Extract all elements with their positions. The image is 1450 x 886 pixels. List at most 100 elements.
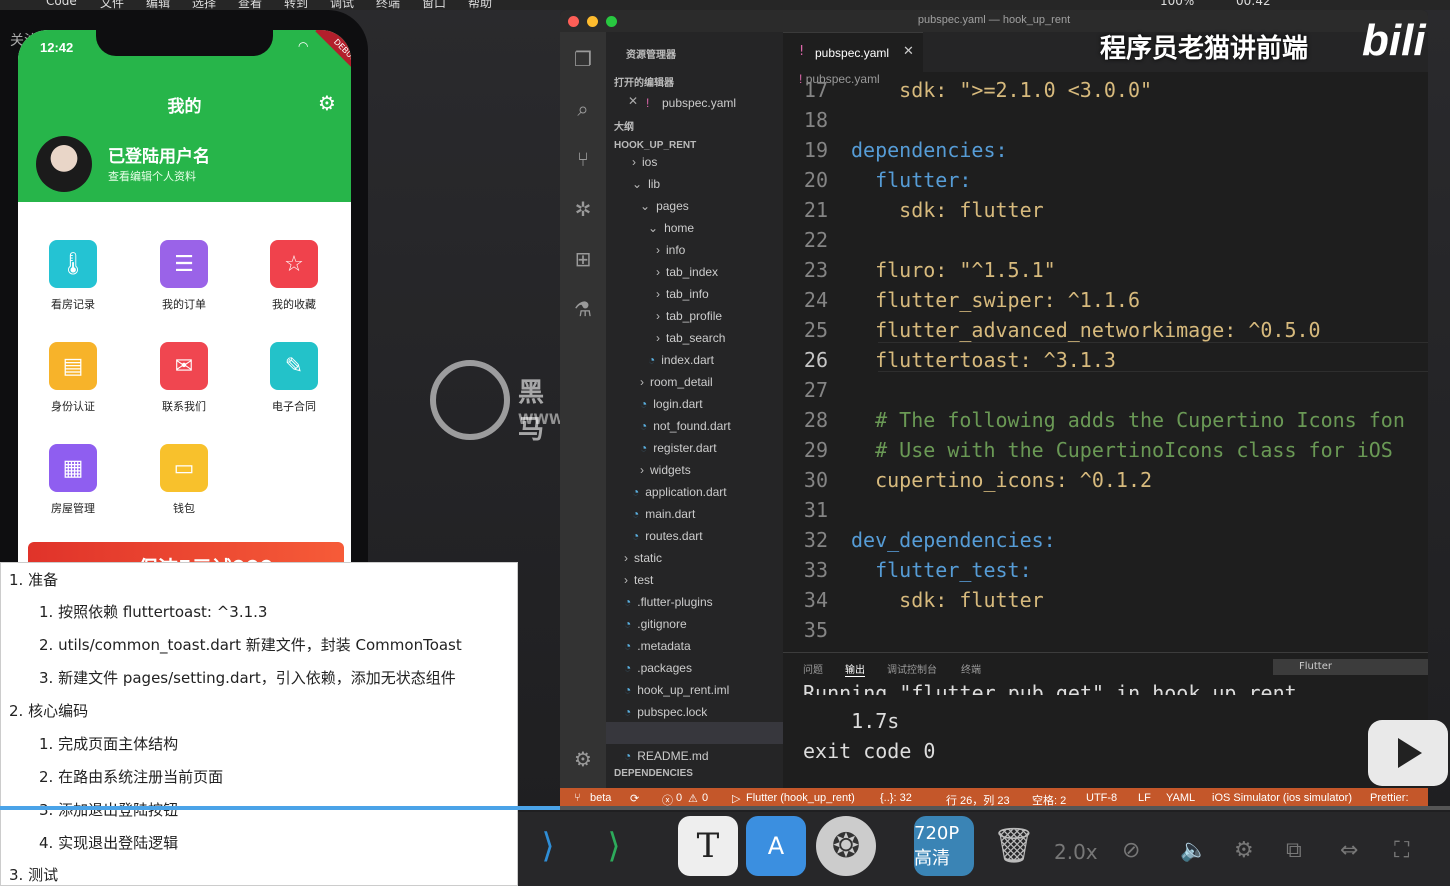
file-item[interactable]: ◔ main.dart <box>632 507 695 521</box>
open-editor-file[interactable]: pubspec.yaml <box>662 96 736 110</box>
grid-item-my-orders[interactable]: ☰ 我的订单 <box>144 240 224 312</box>
error-count[interactable]: 0 <box>676 792 682 804</box>
grid-item-identity[interactable]: ▤ 身份认证 <box>33 342 113 414</box>
folder-item[interactable]: › test <box>624 573 653 587</box>
settings-gear-icon[interactable]: ⚙ <box>318 91 336 115</box>
project-section[interactable]: HOOK_UP_RENT <box>614 140 696 151</box>
vscode-insiders-dock-icon[interactable]: ⟩ <box>584 816 644 876</box>
folder-item[interactable]: › room_detail <box>640 375 713 389</box>
eol[interactable]: LF <box>1138 792 1151 804</box>
tab-debug-console[interactable]: 调试控制台 <box>887 661 937 676</box>
folder-item[interactable]: › widgets <box>640 463 691 477</box>
settings-icon[interactable]: ⚙ <box>1234 838 1254 863</box>
code-line: sdk: flutter <box>851 588 1044 612</box>
file-item[interactable]: ◔ .packages <box>624 661 692 675</box>
file-item[interactable]: ◔ .flutter-plugins <box>624 595 713 609</box>
menubar-item[interactable]: 选择 <box>192 0 216 10</box>
folder-item[interactable]: ⌄ pages <box>640 199 689 213</box>
code-editor[interactable]: ! pubspec.yaml ✕ ! pubspec.yaml 17 sdk: … <box>783 32 1428 652</box>
edit-profile-link[interactable]: 查看编辑个人资料 <box>108 168 196 184</box>
file-item[interactable]: ◔ application.dart <box>632 485 727 499</box>
fullscreen-icon[interactable]: ⛶ <box>1394 838 1409 863</box>
folder-item[interactable]: › tab_info <box>656 287 709 301</box>
typora-dock-icon[interactable]: T <box>678 816 738 876</box>
chevron-right-icon: › <box>624 551 628 565</box>
dependencies-section[interactable]: DEPENDENCIES <box>614 768 693 779</box>
git-branch[interactable]: beta <box>590 792 611 804</box>
device-selector[interactable]: iOS Simulator (ios simulator) <box>1212 792 1352 804</box>
widescreen-icon[interactable]: ⇔ <box>1340 838 1358 863</box>
search-icon[interactable]: ⌕ <box>570 96 596 122</box>
file-item[interactable]: ◔ not_found.dart <box>640 419 731 433</box>
tree-item-label: tab_search <box>666 331 726 345</box>
file-item[interactable]: ◔ index.dart <box>648 353 714 367</box>
close-editor-icon[interactable]: ✕ <box>628 94 638 108</box>
folder-item[interactable]: › tab_index <box>656 265 718 279</box>
avatar[interactable] <box>36 136 92 192</box>
folder-item[interactable]: ⌄ home <box>648 221 694 235</box>
debug-icon[interactable]: ✲ <box>570 196 596 222</box>
trash-icon[interactable]: 🗑 <box>984 816 1044 876</box>
menubar-item[interactable]: 文件 <box>100 0 124 10</box>
extensions-icon[interactable]: ⊞ <box>570 246 596 272</box>
encoding[interactable]: UTF-8 <box>1086 792 1117 804</box>
sync-icon[interactable]: ⟳ <box>630 792 639 805</box>
vscode-dock-icon[interactable]: ⟩ <box>518 816 578 876</box>
explorer-icon[interactable]: ❐ <box>570 46 596 72</box>
menubar-item[interactable]: 查看 <box>238 0 262 10</box>
grid-item-favorites[interactable]: ☆ 我的收藏 <box>254 240 334 312</box>
menubar-item[interactable]: 编辑 <box>146 0 170 10</box>
menubar-app[interactable]: Code <box>46 0 77 8</box>
file-item[interactable]: ◔ .metadata <box>624 639 691 653</box>
menubar-item[interactable]: 转到 <box>284 0 308 10</box>
grid-item-contract[interactable]: ✎ 电子合同 <box>254 342 334 414</box>
folder-item[interactable]: › tab_profile <box>656 309 722 323</box>
file-item[interactable]: ◔ routes.dart <box>632 529 703 543</box>
grid-item-wallet[interactable]: ▭ 钱包 <box>144 444 224 516</box>
outline-section[interactable]: 大纲 <box>614 118 634 133</box>
list-icon: ☰ <box>160 240 208 288</box>
language-mode[interactable]: YAML <box>1166 792 1195 804</box>
play-button[interactable] <box>1368 720 1448 786</box>
folder-dock-icon[interactable]: 720P 高清 <box>914 816 974 876</box>
tab-output[interactable]: 输出 <box>845 661 865 677</box>
file-item[interactable]: ◔ .gitignore <box>624 617 687 631</box>
prettier-status[interactable]: Prettier: <box>1370 792 1409 804</box>
folder-item[interactable]: › info <box>656 243 685 257</box>
danmaku-off-icon[interactable]: ⊘ <box>1122 838 1140 863</box>
warning-count[interactable]: 0 <box>702 792 708 804</box>
flutter-status[interactable]: Flutter (hook_up_rent) <box>746 792 855 804</box>
file-item[interactable]: ◔ hook_up_rent.iml <box>624 683 729 697</box>
tab-pubspec[interactable]: ! pubspec.yaml ✕ <box>783 32 923 72</box>
folder-item[interactable]: › tab_search <box>656 331 725 345</box>
grid-item-contact[interactable]: ✉ 联系我们 <box>144 342 224 414</box>
source-control-icon[interactable]: ⑂ <box>570 146 596 172</box>
tab-terminal[interactable]: 终端 <box>961 661 981 676</box>
menubar-item[interactable]: 终端 <box>376 0 400 10</box>
menubar-item[interactable]: 调试 <box>330 0 354 10</box>
test-flask-icon[interactable]: ⚗ <box>570 296 596 322</box>
line-number: 25 <box>803 318 828 342</box>
film-reel-icon[interactable]: ❂ <box>816 816 876 876</box>
username[interactable]: 已登陆用户名 <box>108 142 210 167</box>
grid-item-house-manage[interactable]: ▦ 房屋管理 <box>33 444 113 516</box>
volume-icon[interactable]: 🔈 <box>1180 838 1207 863</box>
menubar-item[interactable]: 窗口 <box>422 0 446 10</box>
xcode-dock-icon[interactable]: A <box>746 816 806 876</box>
manage-gear-icon[interactable]: ⚙ <box>570 746 596 772</box>
file-item[interactable]: ◔ pubspec.lock <box>624 705 707 719</box>
close-tab-icon[interactable]: ✕ <box>903 44 914 59</box>
file-item[interactable]: ◔ login.dart <box>640 397 703 411</box>
open-editors-section[interactable]: 打开的编辑器 <box>614 74 674 89</box>
folder-item[interactable]: › ios <box>632 155 657 169</box>
menubar-item[interactable]: 帮助 <box>468 0 492 10</box>
speed-control[interactable]: 2.0x <box>1054 840 1098 864</box>
pip-icon[interactable]: ⧉ <box>1286 838 1302 863</box>
output-channel-select[interactable]: Flutter <box>1273 659 1428 675</box>
folder-item[interactable]: › static <box>624 551 662 565</box>
tab-problems[interactable]: 问题 <box>803 661 823 676</box>
folder-item[interactable]: ⌄ lib <box>632 177 660 191</box>
file-item[interactable]: ◔ register.dart <box>640 441 717 455</box>
grid-item-view-history[interactable]: 🌡 看房记录 <box>33 240 113 312</box>
file-item[interactable]: ◔ README.md <box>624 749 709 763</box>
